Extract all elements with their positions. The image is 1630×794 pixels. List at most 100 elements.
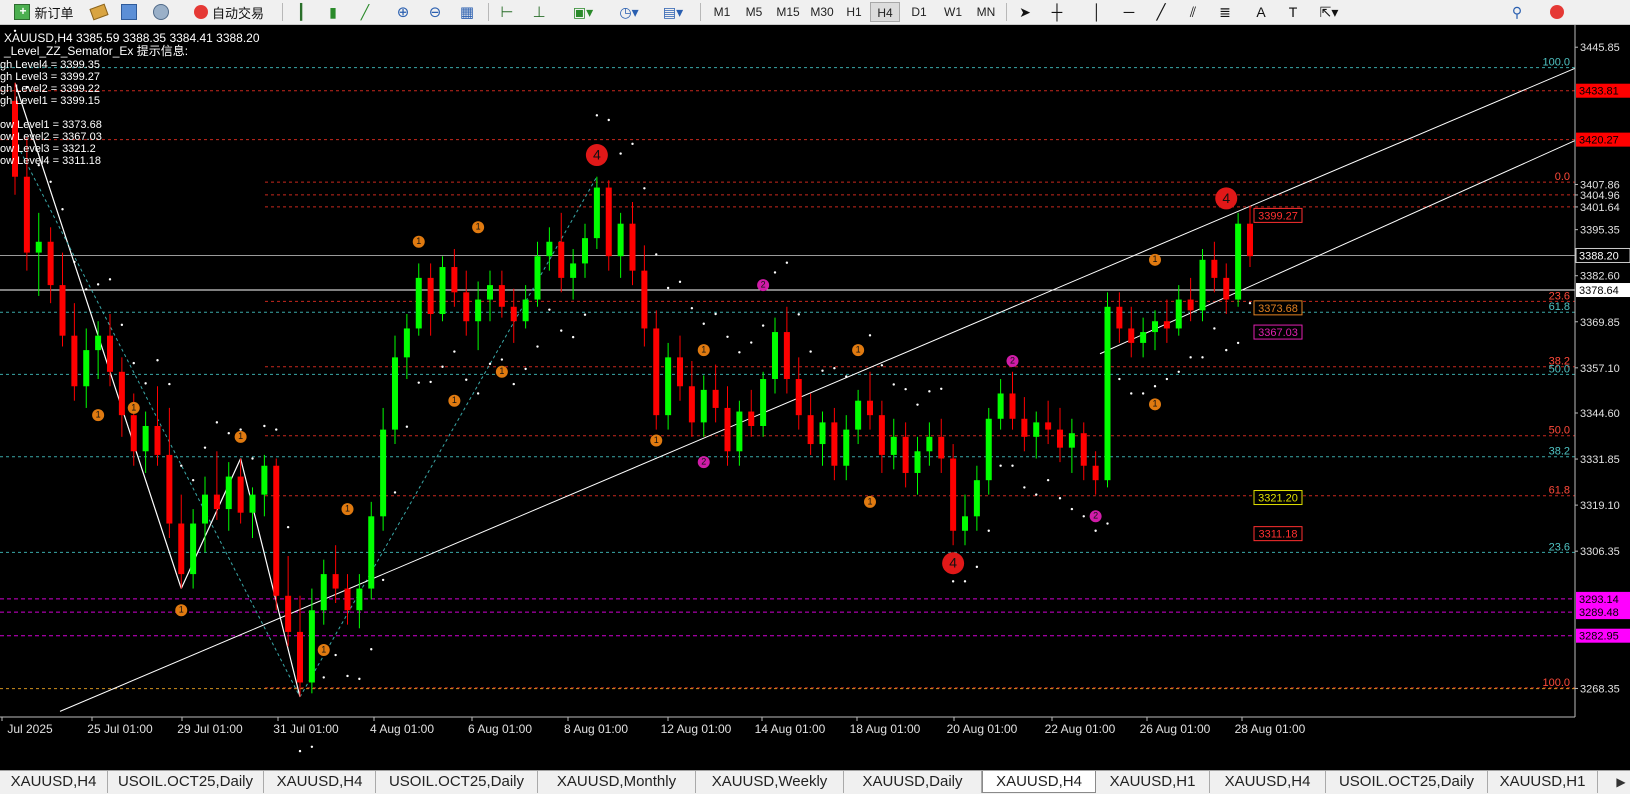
crosshair-icon[interactable]: ┼	[1046, 2, 1068, 22]
chart-tab[interactable]: XAUUSD,H4	[0, 771, 108, 793]
candle-body	[1092, 465, 1099, 481]
templates-icon[interactable]: ▤▾	[656, 2, 690, 22]
candle-body	[225, 476, 232, 510]
sar-dot	[631, 142, 634, 146]
indicators-icon[interactable]: ▣▾	[566, 2, 600, 22]
chart-tab[interactable]: USOIL.OCT25,Daily	[376, 771, 538, 793]
sar-dot	[85, 288, 88, 291]
auto-trading-icon	[193, 5, 208, 19]
timeframe-m5[interactable]: M5	[740, 2, 768, 22]
candle-body	[843, 429, 850, 466]
navigator-icon[interactable]	[150, 2, 172, 22]
chart-tab-active[interactable]: XAUUSD,H4	[982, 771, 1096, 793]
candle-body	[1175, 299, 1182, 329]
sar-dot	[1165, 377, 1169, 381]
tabs-scroll-right-icon[interactable]: ▶	[1612, 773, 1630, 791]
toolbar-separator	[1006, 3, 1007, 21]
sar-dot	[73, 260, 76, 264]
timeframe-d1[interactable]: D1	[904, 2, 934, 22]
sar-dot	[1177, 370, 1180, 374]
text-icon[interactable]: A	[1250, 2, 1272, 22]
sar-dot	[203, 446, 207, 449]
timeframe-mn[interactable]: MN	[970, 2, 1002, 22]
time-axis-label: 26 Aug 01:00	[1140, 722, 1211, 736]
sar-dot	[1189, 356, 1192, 359]
candle-body	[107, 335, 113, 372]
chart-tab[interactable]: XAUUSD,Monthly	[538, 771, 696, 793]
candle-body	[1009, 393, 1016, 419]
timeframe-m30[interactable]: M30	[806, 2, 838, 22]
semafor-marker-label: 4	[949, 555, 957, 571]
timeframe-w1[interactable]: W1	[938, 2, 968, 22]
chart-tab[interactable]: XAUUSD,Weekly	[696, 771, 844, 793]
sar-dot	[571, 335, 575, 339]
sar-dot	[346, 674, 349, 678]
periods-icon[interactable]: ◷▾	[612, 2, 646, 22]
sar-dot	[904, 387, 907, 391]
price-axis-label: 3401.64	[1580, 202, 1620, 214]
sar-dot	[773, 271, 777, 274]
arrows-icon[interactable]: ⇱▾	[1314, 2, 1344, 22]
price-axis-label: 3445.85	[1580, 42, 1620, 54]
chart-tab[interactable]: USOIL.OCT25,Daily	[108, 771, 264, 793]
zoom-out-icon[interactable]: ⊖	[424, 2, 446, 22]
auto-trading-button[interactable]: 自动交易	[184, 2, 274, 22]
line-chart-icon[interactable]: ╱	[354, 2, 376, 22]
chart-tab[interactable]: XAUUSD,H4	[1210, 771, 1326, 793]
candle-body	[677, 357, 683, 387]
chart-tab[interactable]: XAUUSD,Daily	[844, 771, 982, 793]
price-axis-label: 3378.64	[1579, 285, 1619, 297]
sar-dot	[61, 208, 64, 211]
semafor-marker-label: 4	[593, 146, 601, 162]
search-icon[interactable]: ⚲	[1506, 2, 1528, 22]
tile-windows-icon[interactable]: ▦	[456, 2, 478, 22]
candle-body	[1033, 422, 1040, 437]
sar-dot	[227, 432, 230, 435]
candle-body	[439, 267, 446, 315]
candle-body	[902, 436, 909, 473]
equidistant-channel-icon[interactable]: ⫽	[1182, 2, 1204, 22]
candle-body	[760, 379, 767, 426]
semafor-marker-label: 1	[476, 222, 481, 232]
bar-chart-icon[interactable]: ┃	[290, 2, 312, 22]
chart-shift-icon[interactable]: ⊢	[496, 2, 518, 22]
cursor-icon[interactable]: ➤	[1014, 2, 1036, 22]
candle-body	[273, 465, 280, 596]
new-order-button[interactable]: + 新订单	[4, 2, 84, 22]
zoom-in-icon[interactable]: ⊕	[392, 2, 414, 22]
indicator-info-line: gh Level3 = 3399.27	[0, 71, 100, 83]
semafor-marker-label: 1	[856, 345, 861, 355]
timeframe-h1[interactable]: H1	[840, 2, 868, 22]
candle-body	[1128, 328, 1135, 343]
notification-icon[interactable]	[1546, 2, 1568, 22]
candle-body	[736, 411, 743, 452]
chart-tab[interactable]: USOIL.OCT25,Daily	[1326, 771, 1488, 793]
candle-body	[712, 389, 719, 408]
data-window-icon[interactable]	[118, 2, 140, 22]
timeframe-h4[interactable]: H4	[870, 2, 900, 22]
indicator-info-line: ow Level4 = 3311.18	[0, 155, 101, 167]
sar-dot	[892, 383, 895, 386]
candlestick-icon[interactable]: ▮	[322, 2, 344, 22]
candle-body	[950, 458, 957, 531]
chart-tab[interactable]: XAUUSD,H4	[264, 771, 376, 793]
timeframe-m15[interactable]: M15	[772, 2, 804, 22]
fib-level-label: 61.8	[1549, 301, 1570, 313]
timeframe-m1[interactable]: M1	[708, 2, 736, 22]
sar-dot	[286, 525, 290, 529]
vertical-line-icon[interactable]: │	[1086, 2, 1108, 22]
market-watch-icon[interactable]	[88, 2, 110, 22]
candle-body	[1104, 306, 1111, 481]
price-chart[interactable]: 4 4 4 1 1 1 1 1 1 1 1 1 1 1 1 1 1 1 1 2 2 2 2 100.0 0.0 23.6 61.8 3…	[0, 25, 1630, 770]
horizontal-line-icon[interactable]: ─	[1118, 2, 1140, 22]
chart-tab[interactable]: XAUUSD,H1	[1096, 771, 1210, 793]
candle-body	[166, 454, 173, 524]
chart-tab[interactable]: XAUUSD,H1	[1488, 771, 1598, 793]
candle-body	[118, 371, 125, 416]
candle-body	[1163, 321, 1170, 329]
fibonacci-icon[interactable]: ≣	[1214, 2, 1236, 22]
trendline-icon[interactable]: ╱	[1150, 2, 1172, 22]
auto-scroll-icon[interactable]: ⊥	[528, 2, 550, 22]
text-label-icon[interactable]: T	[1282, 2, 1304, 22]
time-axis-label: 8 Aug 01:00	[564, 722, 628, 736]
